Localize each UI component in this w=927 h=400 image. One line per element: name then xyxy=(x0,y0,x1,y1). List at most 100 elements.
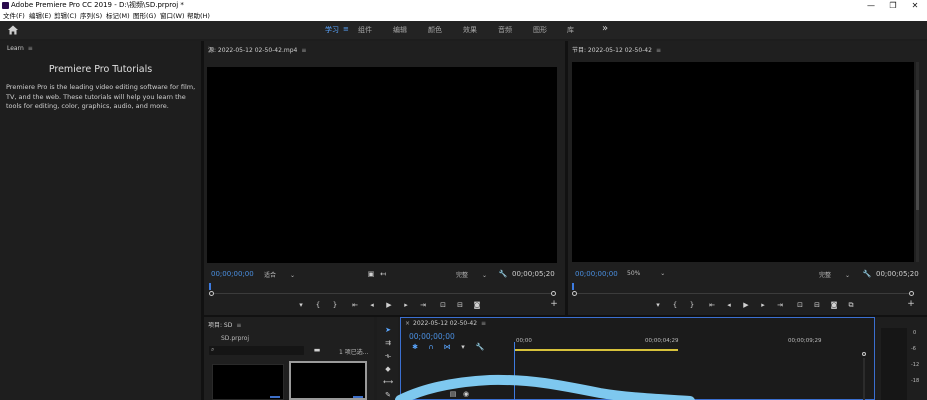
ripple-edit-tool-icon[interactable]: ⟛ xyxy=(383,351,393,361)
track-select-tool-icon[interactable]: ⇉ xyxy=(383,338,393,348)
tab-graphics[interactable]: 图形 xyxy=(533,25,547,35)
tab-audio[interactable]: 音频 xyxy=(498,25,512,35)
add-marker-icon[interactable]: ▾ xyxy=(653,301,663,309)
extract-icon[interactable]: ⊟ xyxy=(812,301,822,309)
panel-menu-icon[interactable]: ≡ xyxy=(656,47,661,54)
menu-graphics[interactable]: 图形(G) xyxy=(133,11,156,21)
timeline-tab[interactable]: × 2022-05-12 02-50-42 ≡ xyxy=(405,320,486,327)
source-timecode[interactable]: 00;00;00;00 xyxy=(211,270,254,278)
tab-assembly[interactable]: 组件 xyxy=(358,25,372,35)
wrench-icon[interactable]: 🔧 xyxy=(862,270,872,278)
step-forward-icon[interactable]: ▸ xyxy=(401,301,411,309)
lift-icon[interactable]: ⊡ xyxy=(795,301,805,309)
new-bin-icon[interactable]: ▬ xyxy=(312,346,322,354)
program-scrollbar-thumb[interactable] xyxy=(916,90,919,210)
timeline-zoom-handle[interactable] xyxy=(862,352,866,356)
program-resolution-select[interactable]: 完整 ⌄ xyxy=(819,270,850,279)
program-video-view[interactable] xyxy=(572,62,914,262)
go-to-in-icon[interactable]: ⇤ xyxy=(707,301,717,309)
work-area-bar[interactable] xyxy=(515,349,678,351)
program-time-ruler[interactable] xyxy=(574,293,913,294)
step-back-icon[interactable]: ◂ xyxy=(724,301,734,309)
nest-icon[interactable]: ✱ xyxy=(410,343,420,351)
menu-edit[interactable]: 编辑(E) xyxy=(29,11,51,21)
tab-color[interactable]: 颜色 xyxy=(428,25,442,35)
tab-learning[interactable]: 学习 xyxy=(325,25,339,35)
source-zoom-handle-right[interactable] xyxy=(551,291,556,296)
program-zoom-handle-right[interactable] xyxy=(909,291,914,296)
minimize-button[interactable]: — xyxy=(860,0,882,11)
timeline-timecode[interactable]: 00;00;00;00 xyxy=(409,332,455,341)
tab-libraries[interactable]: 库 xyxy=(567,25,574,35)
close-icon[interactable]: × xyxy=(405,320,410,327)
overwrite-clip-icon[interactable]: ⊟ xyxy=(455,301,465,309)
export-frame-icon[interactable]: ◙ xyxy=(472,301,482,309)
insert-icon[interactable]: ↤ xyxy=(378,270,388,278)
tab-effects[interactable]: 效果 xyxy=(463,25,477,35)
project-panel-tab[interactable]: 项目: SD ≡ xyxy=(208,320,241,329)
add-marker-icon[interactable]: ▾ xyxy=(458,343,468,351)
go-to-out-icon[interactable]: ⇥ xyxy=(775,301,785,309)
insert-clip-icon[interactable]: ⊡ xyxy=(438,301,448,309)
comparison-view-icon[interactable]: ⧉ xyxy=(846,301,856,309)
home-icon[interactable] xyxy=(6,24,20,36)
source-fit-select[interactable]: 适合 ⌄ xyxy=(264,270,295,279)
timeline-playhead[interactable] xyxy=(514,342,515,400)
learn-panel-tab[interactable]: Learn ≡ xyxy=(7,45,33,52)
add-button-icon[interactable]: + xyxy=(549,300,559,309)
settings-icon[interactable]: ▣ xyxy=(366,270,376,278)
program-zoom-select[interactable]: 50% ⌄ xyxy=(627,270,665,277)
project-search-input[interactable]: ⌕ xyxy=(209,346,304,355)
menu-help[interactable]: 帮助(H) xyxy=(187,11,210,21)
menu-clip[interactable]: 剪辑(C) xyxy=(54,11,77,21)
maximize-button[interactable]: ❐ xyxy=(882,0,904,11)
add-button-icon[interactable]: + xyxy=(906,300,916,309)
more-workspaces-chevron-icon[interactable]: » xyxy=(602,23,608,34)
linked-selection-icon[interactable]: ⋈ xyxy=(442,343,452,351)
panel-menu-icon[interactable]: ≡ xyxy=(301,47,306,54)
source-video-view[interactable] xyxy=(207,67,557,263)
close-button[interactable]: ✕ xyxy=(904,0,926,11)
menu-file[interactable]: 文件(F) xyxy=(3,11,25,21)
program-playhead[interactable] xyxy=(572,283,574,290)
menu-sequence[interactable]: 序列(S) xyxy=(80,11,102,21)
program-zoom-handle-left[interactable] xyxy=(572,291,577,296)
source-resolution-select[interactable]: 完整 ⌄ xyxy=(456,270,487,279)
add-marker-icon[interactable]: ▾ xyxy=(296,301,306,309)
wrench-icon[interactable]: 🔧 xyxy=(475,343,485,351)
eye-icon[interactable]: ◉ xyxy=(461,390,471,398)
program-monitor-tab[interactable]: 节目: 2022-05-12 02-50-42 ≡ xyxy=(572,45,661,54)
mark-in-icon[interactable]: { xyxy=(670,301,680,309)
toggle-sync-lock-icon[interactable]: ▤ xyxy=(448,390,458,398)
panel-menu-icon[interactable]: ≡ xyxy=(236,322,241,329)
panel-menu-icon[interactable]: ≡ xyxy=(28,45,33,52)
timeline-vertical-scrollbar[interactable] xyxy=(863,358,865,400)
project-thumbnail-selected[interactable] xyxy=(289,361,367,400)
go-to-in-icon[interactable]: ⇤ xyxy=(350,301,360,309)
tab-editing[interactable]: 编辑 xyxy=(393,25,407,35)
project-thumbnail[interactable] xyxy=(212,364,284,400)
export-frame-icon[interactable]: ◙ xyxy=(829,301,839,309)
snap-icon[interactable]: ∩ xyxy=(426,343,436,351)
source-playhead[interactable] xyxy=(209,283,211,290)
mark-in-icon[interactable]: { xyxy=(313,301,323,309)
pen-tool-icon[interactable]: ✎ xyxy=(383,390,393,400)
slip-tool-icon[interactable]: ⟷ xyxy=(383,377,393,387)
panel-menu-icon[interactable]: ≡ xyxy=(481,320,486,327)
go-to-out-icon[interactable]: ⇥ xyxy=(418,301,428,309)
step-back-icon[interactable]: ◂ xyxy=(367,301,377,309)
wrench-icon[interactable]: 🔧 xyxy=(498,270,508,278)
selection-tool-icon[interactable]: ➤ xyxy=(383,325,393,335)
program-timecode[interactable]: 00;00;00;00 xyxy=(575,270,618,278)
source-monitor-tab[interactable]: 源: 2022-05-12 02-50-42.mp4 ≡ xyxy=(208,45,306,54)
mark-out-icon[interactable]: } xyxy=(330,301,340,309)
source-time-ruler[interactable] xyxy=(211,293,555,294)
menu-marker[interactable]: 标记(M) xyxy=(106,11,130,21)
tab-learning-menu-icon[interactable]: ≡ xyxy=(343,25,349,33)
menu-window[interactable]: 窗口(W) xyxy=(160,11,185,21)
step-forward-icon[interactable]: ▸ xyxy=(758,301,768,309)
play-icon[interactable]: ▶ xyxy=(741,301,751,309)
play-icon[interactable]: ▶ xyxy=(384,301,394,309)
razor-tool-icon[interactable]: ◆ xyxy=(383,364,393,374)
source-zoom-handle-left[interactable] xyxy=(209,291,214,296)
